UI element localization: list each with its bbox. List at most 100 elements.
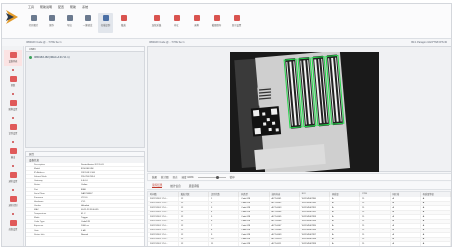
chart-label[interactable]: 统计图 [161,175,169,179]
property-key: Status [34,184,41,187]
rail-label-7: 高级设置 [8,229,18,231]
toolbar-button-3[interactable]: 一键调试 [80,13,95,33]
rail-item-0[interactable]: 设备列表 [4,50,22,66]
capture-button-3[interactable]: 截图保存 [209,13,224,33]
rail-icon-4 [9,148,17,154]
image-viewer[interactable] [147,46,451,172]
table-cell: 12 [178,241,210,246]
result-label[interactable]: 结果 [152,175,157,179]
tab-0[interactable]: 读码结果 [152,183,163,188]
rail-item-1[interactable]: 参数 [4,74,22,90]
property-key: MAC [34,209,39,212]
property-key: Port [34,188,39,191]
menu-item-4[interactable]: 系统 [82,5,88,9]
rail-separator-dot [12,189,14,191]
capture-button-4[interactable]: 显示设置 [229,13,244,33]
viewer-breadcrumb: ID5016X Code @ ...TYPE Ser 1 [149,41,185,44]
tab-1[interactable]: 统计信息 [170,184,180,188]
capture-label-0: 连续采集 [151,24,162,27]
property-key: Vendor [34,204,41,207]
property-value: 0 dB [81,229,86,232]
log-label[interactable]: 日志 [173,175,178,179]
capture-label-3: 截图保存 [211,24,222,27]
online-status-icon [29,56,32,59]
property-value: Trigger [81,217,88,220]
rail-item-3[interactable]: 识别设置 [4,122,22,138]
property-key: Description [34,164,45,166]
ribbon-toolbar: 工具 帮助说明 配置 帮助 系统 打开图片 保存 导出 一键调试 扫描识别 触发 连续采集 停止 录像… [2,4,451,39]
app-window: 工具 帮助说明 配置 帮助 系统 打开图片 保存 导出 一键调试 扫描识别 触发 连续采集 停止 录像… [1,3,452,247]
toolbar-button-0[interactable]: 打开图片 [26,13,41,33]
app-logo-icon [6,10,18,24]
property-value: Hikrobot [81,204,90,207]
property-value: Normal [81,233,89,236]
table-cell: 11 [208,241,240,246]
rail-separator-dot [12,213,14,215]
property-value: ID5016X-0M [81,168,94,171]
rail-icon-1 [9,76,17,82]
table-cell: A [329,241,361,246]
table-cell: 11 [359,241,391,246]
table-row[interactable]: 2022/12/01 17:0... 12 11 Code128 ACT-0011 W12… [148,241,451,246]
rail-label-0: 设备列表 [8,61,18,63]
rail-icon-2 [9,100,17,106]
toolbar-icon-1 [48,15,55,21]
rail-label-3: 识别设置 [8,133,18,135]
property-value: 255.255.255.0 [81,176,95,179]
rail-item-4[interactable]: 输出 [4,146,22,162]
menu-item-3[interactable]: 帮助 [70,5,76,9]
menu-item-2[interactable]: 配置 [58,5,64,9]
toolbar-icon-0 [30,15,37,21]
rail-icon-3 [9,124,17,130]
capture-label-2: 录像 [194,24,199,27]
property-key: Gateway [34,180,43,183]
rail-separator-dot [12,93,14,95]
property-key: Status Info [34,233,45,236]
property-value: Code128 [81,221,90,224]
property-value: 41 C [81,213,86,216]
results-table: 时间戳 触发次数 识别次数 码类型 读码内容 ROI 码质量 PPM 码区域 码质量等级 2022… [148,192,451,246]
camera-image[interactable] [230,52,379,172]
rail-item-6[interactable]: 通讯控制 [4,194,22,210]
capture-label-4: 显示设置 [231,24,242,27]
tab-2[interactable]: 质量评级 [189,184,199,188]
menu-item-1[interactable]: 帮助说明 [40,5,52,9]
rail-item-7[interactable]: 高级设置 [4,218,22,234]
property-key: Subnet Mask [34,176,47,179]
capture-button-2[interactable]: 录像 [189,13,204,33]
menu-item-0[interactable]: 工具 [28,5,34,9]
capture-button-0[interactable]: 连续采集 [149,13,164,33]
property-value: V1.1 [81,200,86,203]
capture-icon-4 [233,15,240,21]
table-cell: W1234567899 [299,241,331,246]
rail-item-2[interactable]: 图像设置 [4,98,22,114]
rail-item-5[interactable]: 通讯设置 [4,170,22,186]
table-cell: ACT-0011 [269,241,300,246]
property-key: Temperature [34,213,47,216]
property-key: Firmware [34,196,44,199]
capture-button-1[interactable]: 停止 [169,13,184,33]
toolbar-button-5[interactable]: 触发 [116,13,131,33]
property-value: 0.0.0.0 [81,180,88,183]
rail-label-6: 通讯控制 [8,205,18,207]
toolbar-button-2[interactable]: 导出 [62,13,77,33]
property-value: 1000 us [81,225,89,228]
properties-list: Description DeviceSeries-XI 111-01 Model ID… [26,163,144,237]
device-list-item[interactable]: ID5016X-0M (IMAC-A 01 V1 1) [29,55,141,60]
property-value: Online [81,184,88,187]
rail-separator-dot [12,165,14,167]
pause-label[interactable]: 暂停 [230,175,235,179]
property-key: Model [34,168,40,171]
toolbar-label-4: 扫描识别 [100,24,111,27]
rail-label-1: 参数 [10,85,16,87]
capture-icon-1 [173,15,180,21]
device-list-panel: USB3 ID5016X-0M (IMAC-A 01 V1 1) [25,46,145,148]
table-cell: Code128 [238,241,270,246]
toolbar-button-1[interactable]: 保存 [44,13,59,33]
toolbar-icon-3 [84,15,91,21]
rail-separator-dot [12,117,14,119]
toolbar-button-4[interactable]: 扫描识别 [98,13,113,33]
speed-slider[interactable] [197,175,226,179]
capture-icon-0 [153,15,160,21]
table-cell: A [420,241,451,246]
